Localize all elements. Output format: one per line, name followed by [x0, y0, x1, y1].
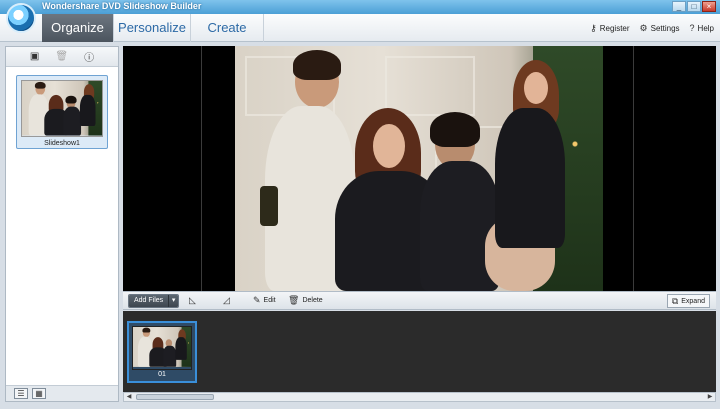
scrollbar-thumb[interactable] — [136, 394, 214, 400]
view-switcher: ☰ ▦ — [6, 385, 118, 401]
register-link[interactable]: ⚷ Register — [590, 23, 629, 34]
tab-organize[interactable]: Organize — [42, 14, 114, 42]
app-logo-icon — [6, 3, 36, 33]
tab-create[interactable]: Create — [191, 14, 264, 42]
chevron-down-icon[interactable]: ▾ — [168, 295, 179, 307]
settings-label: Settings — [650, 23, 680, 33]
key-icon: ⚷ — [590, 22, 597, 33]
app-title: Wondershare DVD Slideshow Builder — [42, 1, 202, 11]
slideshow-panel: ▣ 🗑 ⓘ Slideshow1 ☰ ▦ — [5, 46, 119, 402]
clip-label: 01 — [158, 371, 166, 378]
add-files-button[interactable]: Add Files ▾ — [128, 294, 180, 308]
add-slideshow-icon[interactable]: ▣ — [30, 51, 39, 62]
info-icon[interactable]: ⓘ — [84, 49, 94, 64]
top-links: ⚷ Register ⚙ Settings ? Help — [590, 14, 714, 42]
slideshow-panel-toolbar: ▣ 🗑 ⓘ — [6, 47, 118, 67]
timeline: 01 — [123, 311, 716, 392]
delete-label: Delete — [302, 297, 323, 304]
delete-button[interactable]: 🗑 Delete — [288, 295, 323, 306]
register-label: Register — [599, 23, 630, 33]
list-view-icon[interactable]: ☰ — [14, 388, 28, 399]
nav-bar: Organize Personalize Create ⚷ Register ⚙… — [0, 14, 720, 42]
preview-divider — [201, 46, 202, 291]
maximize-button[interactable]: □ — [687, 1, 701, 12]
edit-toolbar: Add Files ▾ ◺ ◿ ✎ Edit 🗑 Delete ⧉ Expand — [123, 291, 716, 310]
gear-icon: ⚙ — [639, 22, 648, 33]
timeline-clip[interactable]: 01 — [127, 321, 197, 383]
scroll-left-icon[interactable]: ◀ — [124, 393, 134, 401]
rotate-left-button[interactable]: ◺ — [189, 295, 196, 306]
pencil-icon: ✎ — [253, 295, 261, 305]
title-bar: Wondershare DVD Slideshow Builder _ □ × — [0, 0, 720, 14]
trash-icon: 🗑 — [288, 295, 300, 305]
delete-icon[interactable]: 🗑 — [55, 51, 68, 62]
window-controls: _ □ × — [672, 1, 716, 12]
rotate-right-button[interactable]: ◿ — [223, 295, 230, 306]
expand-icon: ⧉ — [671, 295, 679, 306]
slideshow-label: Slideshow1 — [44, 140, 80, 147]
help-link[interactable]: ? Help — [690, 23, 714, 33]
add-files-label: Add Files — [129, 295, 169, 307]
tab-personalize[interactable]: Personalize — [114, 14, 191, 42]
expand-label: Expand — [681, 297, 705, 305]
edit-label: Edit — [263, 297, 276, 304]
help-label: Help — [697, 23, 714, 33]
scroll-right-icon[interactable]: ▶ — [705, 393, 715, 401]
preview-photo — [235, 46, 603, 291]
close-button[interactable]: × — [702, 1, 716, 12]
slideshow-thumbnail — [21, 80, 103, 137]
rotate-right-icon: ◿ — [223, 295, 230, 305]
timeline-scrollbar[interactable]: ◀ ▶ — [123, 392, 716, 402]
settings-link[interactable]: ⚙ Settings — [640, 23, 680, 34]
minimize-button[interactable]: _ — [672, 1, 686, 12]
expand-button[interactable]: ⧉ Expand — [666, 294, 710, 308]
edit-button[interactable]: ✎ Edit — [253, 295, 276, 306]
preview-area — [123, 46, 716, 291]
help-icon: ? — [689, 23, 695, 33]
thumbnail-view-icon[interactable]: ▦ — [32, 388, 46, 399]
preview-divider — [633, 46, 634, 291]
slideshow-item[interactable]: Slideshow1 — [16, 75, 108, 149]
rotate-left-icon: ◺ — [189, 295, 196, 305]
clip-thumbnail — [132, 326, 192, 370]
